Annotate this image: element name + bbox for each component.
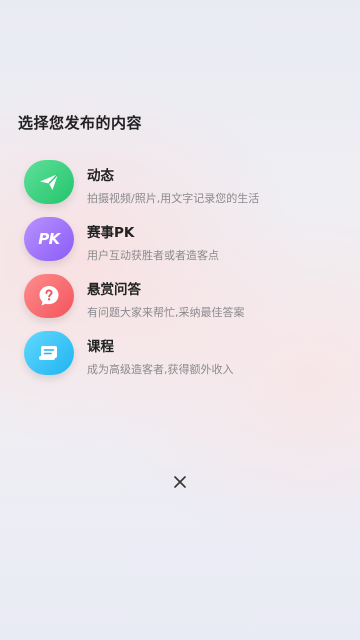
option-label: 悬赏问答 (87, 282, 141, 298)
publish-sheet: 选择您发布的内容 动态 拍摄视频/照片,用文字记录您的生活 PK 赛事PK 用户… (0, 0, 360, 640)
option-label: 赛事PK (87, 225, 135, 241)
option-label: 课程 (87, 339, 114, 355)
option-description: 拍摄视频/照片,用文字记录您的生活 (87, 192, 260, 205)
option-label: 动态 (87, 168, 114, 184)
option-description: 成为高级造客者,获得额外收入 (87, 363, 234, 376)
paper-plane-icon (24, 160, 74, 204)
option-course[interactable]: 课程 成为高级造客者,获得额外收入 (24, 331, 344, 381)
question-icon (24, 274, 74, 318)
option-description: 用户互动获胜者或者造客点 (87, 249, 219, 262)
option-bounty-qa[interactable]: 悬赏问答 有问题大家来帮忙,采纳最佳答案 (24, 274, 344, 324)
option-match-pk[interactable]: PK 赛事PK 用户互动获胜者或者造客点 (24, 217, 344, 267)
close-icon (174, 476, 186, 488)
pk-icon-text: PK (38, 230, 60, 248)
option-moment[interactable]: 动态 拍摄视频/照片,用文字记录您的生活 (24, 160, 344, 210)
close-button[interactable] (168, 470, 192, 494)
option-description: 有问题大家来帮忙,采纳最佳答案 (87, 306, 245, 319)
pk-icon: PK (24, 217, 74, 261)
page-title: 选择您发布的内容 (18, 114, 143, 132)
course-scroll-icon (24, 331, 74, 375)
